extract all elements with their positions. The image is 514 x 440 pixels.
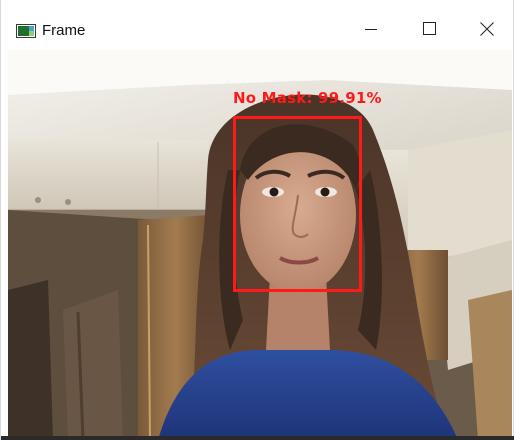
title-bar[interactable]: Frame <box>1 0 513 50</box>
maximize-icon <box>422 22 436 40</box>
close-icon <box>480 21 494 41</box>
maximize-button[interactable] <box>406 14 452 48</box>
close-button[interactable] <box>464 14 510 48</box>
frame-bottom-edge <box>1 436 514 440</box>
app-icon <box>16 24 36 38</box>
face-detection-box <box>233 116 362 292</box>
detection-label: No Mask: 99.91% <box>233 89 382 107</box>
minimize-icon <box>365 22 377 40</box>
minimize-button[interactable] <box>348 14 394 48</box>
window-title: Frame <box>42 22 86 39</box>
app-window: Frame No Mask: 99.91% <box>0 0 514 440</box>
video-frame: No Mask: 99.91% <box>8 50 512 440</box>
